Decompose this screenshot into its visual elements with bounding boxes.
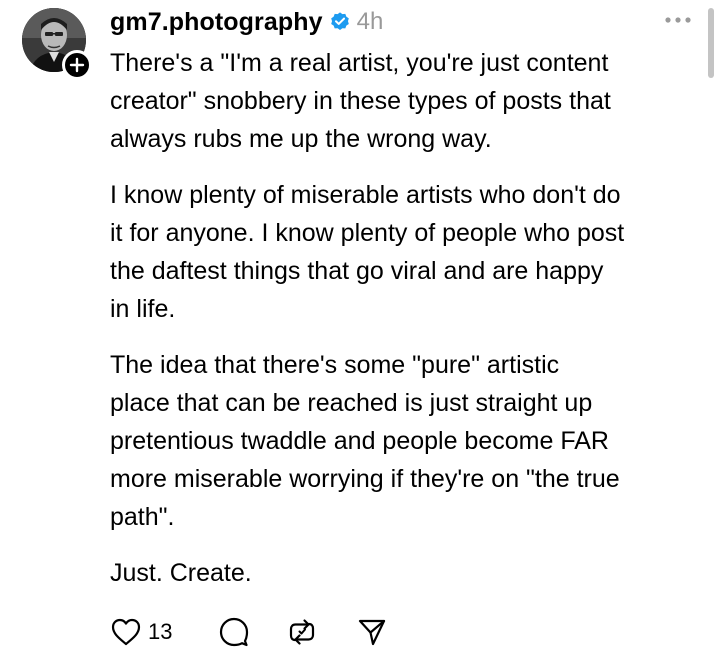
post-text-line: place that can be reached is just straig… bbox=[110, 389, 593, 417]
username[interactable]: gm7.photography bbox=[110, 8, 323, 37]
post-body: There's a "I'm a real artist, you're jus… bbox=[110, 44, 706, 610]
post-text-line: it for anyone. I know plenty of people w… bbox=[110, 219, 625, 247]
verified-badge-icon bbox=[329, 11, 351, 33]
avatar-container bbox=[22, 8, 92, 80]
post-paragraph: Just. Create. bbox=[110, 554, 706, 592]
post-paragraph: The idea that there's some "pure" artist… bbox=[110, 346, 706, 536]
post-text-line: pretentious twaddle and people become FA… bbox=[110, 427, 609, 455]
post-text-line: I know plenty of miserable artists who d… bbox=[110, 181, 621, 209]
comment-icon bbox=[218, 616, 250, 648]
post-text-line: more miserable worrying if they're on "t… bbox=[110, 465, 620, 493]
plus-icon bbox=[69, 57, 85, 73]
post-text-line: Just. Create. bbox=[110, 559, 252, 587]
post: gm7.photography 4h There's a "I'm a real… bbox=[0, 0, 720, 667]
scrollbar[interactable] bbox=[708, 8, 714, 78]
follow-button[interactable] bbox=[62, 50, 92, 80]
repost-icon bbox=[286, 616, 318, 648]
share-button[interactable] bbox=[356, 616, 388, 648]
comment-button[interactable] bbox=[218, 616, 250, 648]
share-icon bbox=[356, 616, 388, 648]
post-text-line: the daftest things that go viral and are… bbox=[110, 257, 604, 285]
post-text-line: creator" snobbery in these types of post… bbox=[110, 87, 611, 115]
like-button[interactable]: 13 bbox=[110, 617, 172, 647]
post-text-line: path". bbox=[110, 503, 175, 531]
timestamp: 4h bbox=[356, 8, 384, 35]
post-header: gm7.photography 4h bbox=[110, 2, 383, 42]
post-text-line: always rubs me up the wrong way. bbox=[110, 125, 492, 153]
post-text-line: There's a "I'm a real artist, you're jus… bbox=[110, 49, 609, 77]
action-bar: 13 bbox=[110, 612, 388, 652]
heart-icon bbox=[110, 617, 142, 647]
post-paragraph: I know plenty of miserable artists who d… bbox=[110, 176, 706, 328]
more-options-icon[interactable] bbox=[664, 10, 692, 30]
post-text-line: in life. bbox=[110, 295, 176, 323]
post-text-line: The idea that there's some "pure" artist… bbox=[110, 351, 560, 379]
post-paragraph: There's a "I'm a real artist, you're jus… bbox=[110, 44, 706, 158]
repost-button[interactable] bbox=[286, 616, 318, 648]
like-count: 13 bbox=[148, 619, 173, 644]
